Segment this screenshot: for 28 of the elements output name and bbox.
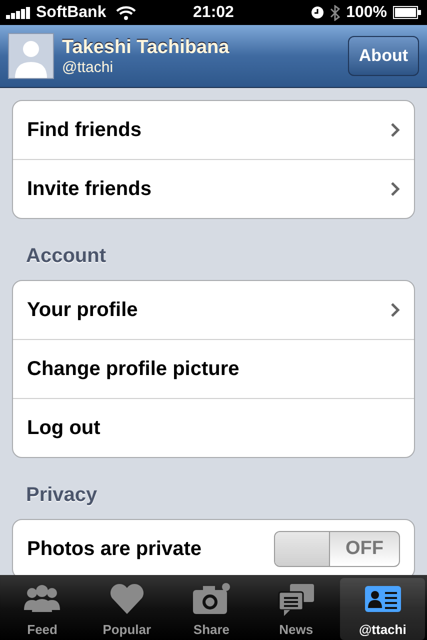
camera-icon [191, 582, 232, 616]
clock-icon [311, 6, 324, 19]
section-title: Account [25, 244, 107, 269]
tab-item[interactable]: News [254, 575, 338, 640]
toggle-switch[interactable]: OFF [274, 531, 400, 567]
row-label[interactable]: Find friends [27, 118, 142, 142]
row-label[interactable]: Photos are private [27, 538, 202, 560]
tab-item[interactable]: Share [169, 575, 254, 640]
tab-item[interactable]: @ttachi [340, 578, 425, 640]
signal-icon [6, 6, 32, 18]
clock-time: 21:02 [193, 4, 234, 22]
user-name: Takeshi Tachibana [62, 36, 230, 58]
tab-item[interactable]: Popular [84, 575, 170, 640]
row-label[interactable]: Invite friends [27, 178, 152, 200]
battery-icon [393, 6, 421, 19]
row-label[interactable]: Log out [27, 416, 100, 440]
battery-percent: 100% [346, 4, 387, 22]
user-handle: @ttachi [62, 58, 114, 76]
row-label[interactable]: Your profile [27, 298, 138, 322]
tab-item[interactable]: Feed [0, 575, 85, 640]
bluetooth-icon [330, 4, 340, 20]
speech-bubbles-icon [276, 582, 316, 616]
about-button[interactable]: About [348, 36, 419, 76]
avatar-icon [8, 33, 54, 79]
carrier-name: SoftBank [36, 4, 106, 22]
wifi-icon [116, 6, 136, 20]
section-title: Privacy [25, 483, 98, 508]
row-label[interactable]: Change profile picture [27, 358, 240, 380]
